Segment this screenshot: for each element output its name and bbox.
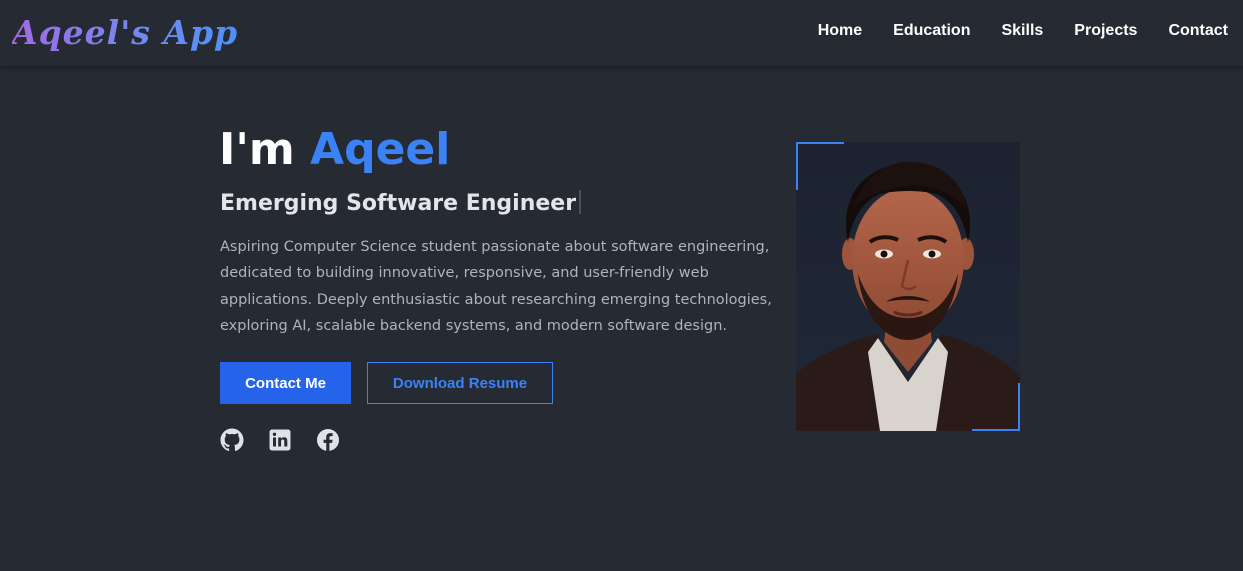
hero-greeting: I'm	[219, 124, 311, 175]
nav-item-education[interactable]: Education	[893, 22, 970, 40]
github-icon[interactable]	[220, 428, 244, 452]
nav-item-contact[interactable]: Contact	[1168, 22, 1228, 40]
hero-description: Aspiring Computer Science student passio…	[220, 239, 772, 334]
brand-logo[interactable]: Aqeel's App	[12, 8, 238, 58]
photo-frame-corner-bottom-right	[972, 383, 1020, 431]
nav-item-skills[interactable]: Skills	[1001, 22, 1043, 40]
nav-item-projects[interactable]: Projects	[1074, 22, 1137, 40]
nav-links: Home Education Skills Projects Contact	[818, 0, 1228, 62]
contact-me-button[interactable]: Contact Me	[220, 362, 351, 404]
hero-subtitle: Emerging Software Engineer	[220, 189, 582, 219]
facebook-icon[interactable]	[316, 428, 340, 452]
social-links	[220, 428, 340, 452]
hero-name: Aqeel	[310, 124, 451, 175]
typing-cursor	[579, 190, 582, 214]
download-resume-button[interactable]: Download Resume	[367, 362, 553, 404]
navbar: Aqeel's App Home Education Skills Projec…	[0, 0, 1243, 67]
linkedin-icon[interactable]	[268, 428, 292, 452]
hero-subtitle-text: Emerging Software Engineer	[220, 191, 577, 216]
nav-item-home[interactable]: Home	[818, 22, 862, 40]
hero-title: I'm Aqeel	[219, 122, 450, 178]
photo-frame-corner-top-left	[796, 142, 844, 190]
